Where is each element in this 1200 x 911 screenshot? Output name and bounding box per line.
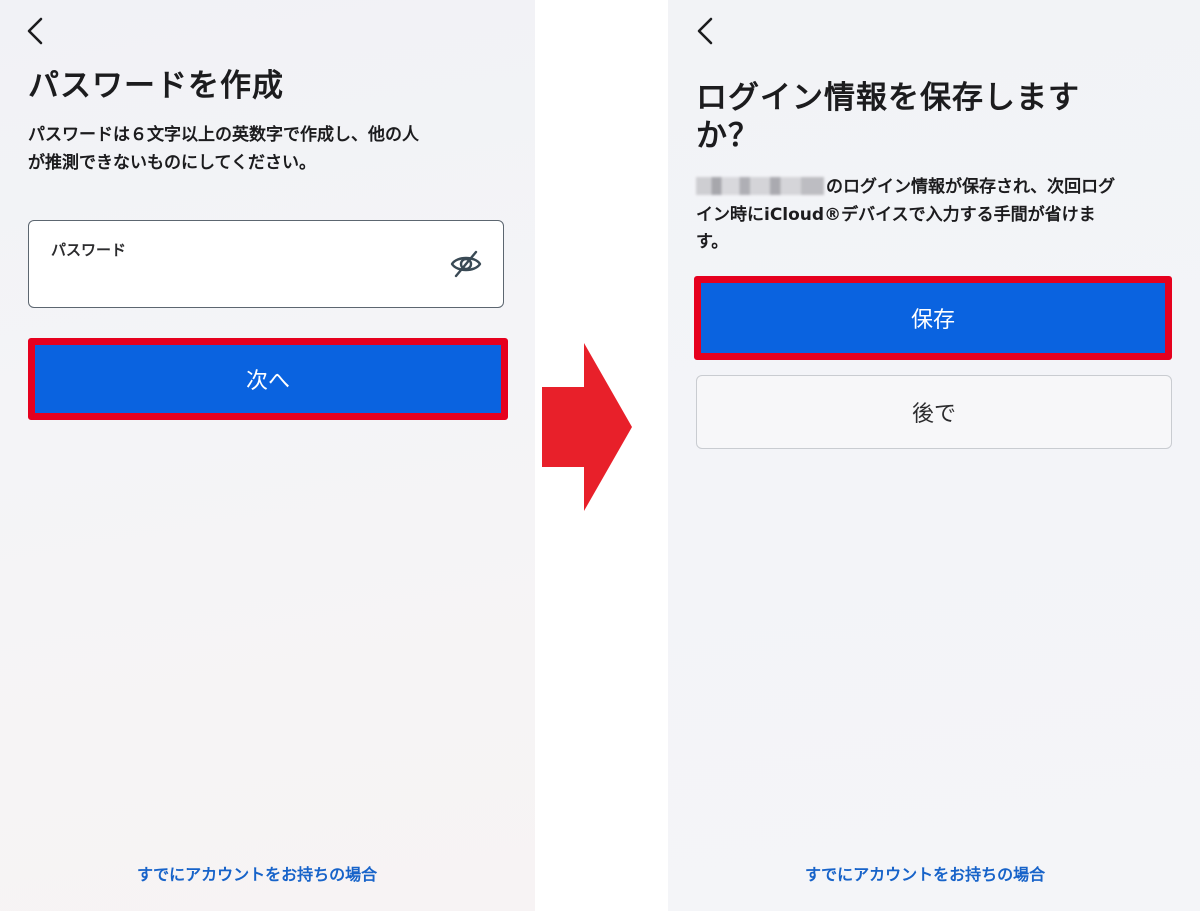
description-line: のログイン情報が保存され、次回ログ — [826, 177, 1116, 197]
existing-account-link[interactable]: すでにアカウントをお持ちの場合 — [137, 861, 377, 885]
back-button[interactable] — [692, 14, 718, 48]
save-button[interactable]: 保存 — [701, 283, 1165, 353]
save-button-highlight: 保存 — [694, 276, 1172, 360]
create-password-screen: パスワードを作成 パスワードは６文字以上の英数字で作成し、他の人 が推測できない… — [0, 0, 535, 911]
eye-slash-icon[interactable] — [449, 247, 483, 281]
next-button[interactable]: 次へ — [35, 345, 501, 413]
description-line: す。 — [696, 232, 729, 253]
arrow-right-icon — [542, 343, 632, 511]
description-line: が推測できないものにしてください。 — [28, 152, 316, 173]
title-line: か？ — [696, 117, 760, 154]
blurred-email — [696, 177, 824, 195]
later-button[interactable]: 後で — [696, 375, 1172, 449]
password-input[interactable] — [51, 265, 431, 295]
chevron-left-icon — [27, 17, 43, 45]
chevron-left-icon — [697, 17, 713, 45]
password-field-label: パスワード — [51, 241, 127, 259]
title-line: ログイン情報を保存します — [696, 80, 1080, 116]
existing-account-link[interactable]: すでにアカウントをお持ちの場合 — [805, 861, 1045, 885]
next-button-highlight: 次へ — [28, 338, 508, 420]
description-line: イン時にiCloud®デバイスで入力する手間が省けま — [696, 204, 1096, 225]
back-button[interactable] — [22, 14, 48, 48]
page-title: パスワードを作成 — [28, 68, 284, 104]
page-description: パスワードは６文字以上の英数字で作成し、他の人 が推測できないものにしてください… — [28, 122, 419, 177]
comparison-stage: パスワードを作成 パスワードは６文字以上の英数字で作成し、他の人 が推測できない… — [0, 0, 1200, 911]
password-field[interactable]: パスワード — [28, 220, 504, 308]
page-description: のログイン情報が保存され、次回ログ イン時にiCloud®デバイスで入力する手間… — [696, 174, 1176, 257]
save-login-screen: ログイン情報を保存します か？ のログイン情報が保存され、次回ログ イン時にiC… — [668, 0, 1200, 911]
description-line: パスワードは６文字以上の英数字で作成し、他の人 — [28, 125, 419, 145]
page-title: ログイン情報を保存します か？ — [696, 80, 1080, 156]
